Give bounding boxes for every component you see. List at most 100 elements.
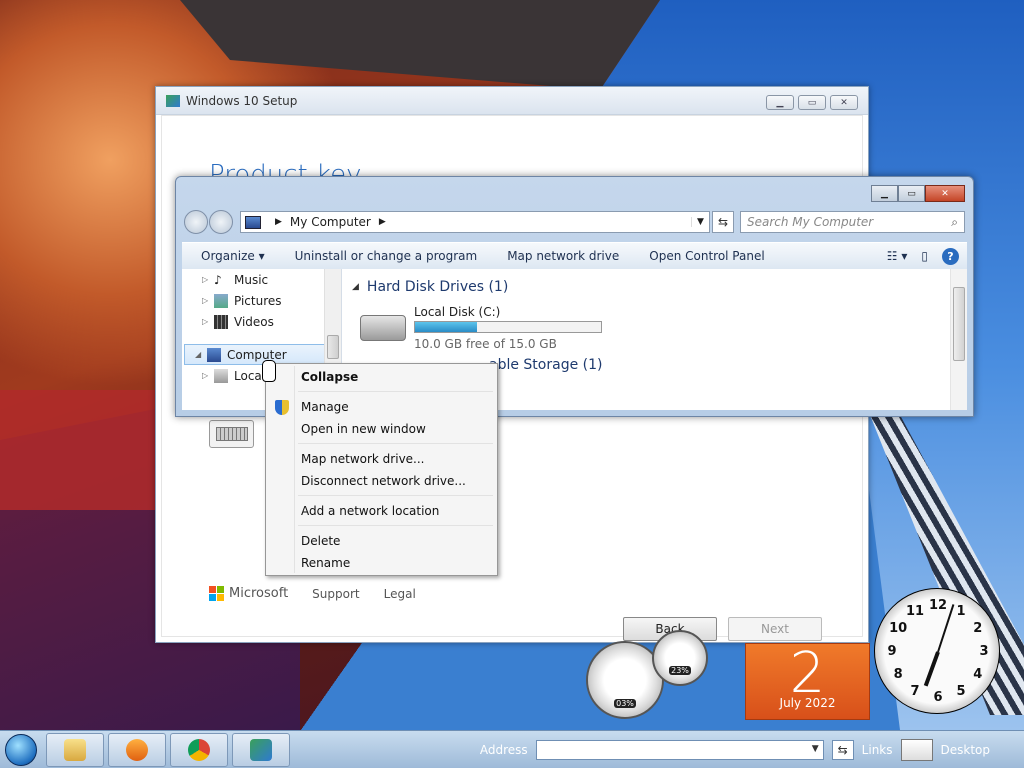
maximize-button[interactable]: ▭ (798, 95, 826, 110)
expand-icon: ▷ (202, 275, 209, 284)
taskbar-setup[interactable] (232, 732, 290, 767)
menu-item-delete[interactable]: Delete (268, 530, 495, 552)
menu-item-collapse[interactable]: Collapse (268, 366, 495, 388)
organize-button[interactable]: Organize ▾ (201, 249, 265, 263)
chevron-down-icon[interactable]: ▼ (691, 217, 709, 227)
go-button[interactable]: ⇆ (831, 739, 854, 760)
menu-item-rename[interactable]: Rename (268, 552, 495, 574)
clock-hour-hand (923, 651, 940, 687)
group-header-hdd[interactable]: ◢ Hard Disk Drives (1) (352, 279, 508, 295)
nav-item-pictures[interactable]: ▷ Pictures (182, 290, 341, 311)
taskbar-chrome[interactable] (170, 732, 228, 767)
nav-item-computer[interactable]: ◢ Computer (184, 344, 335, 365)
hard-drive-icon (360, 315, 406, 341)
media-player-icon (126, 738, 148, 761)
close-button[interactable]: ✕ (830, 95, 858, 110)
setup-title: Windows 10 Setup (186, 93, 298, 108)
clock-number: 3 (979, 644, 989, 659)
next-button[interactable]: Next (728, 617, 822, 641)
setup-titlebar[interactable]: Windows 10 Setup (156, 87, 868, 115)
microsoft-logo: Microsoft (209, 586, 288, 601)
calendar-gadget[interactable]: 2 July 2022 (745, 643, 870, 720)
clock-number: 9 (887, 644, 897, 659)
calendar-day: 2 (789, 644, 826, 696)
preview-pane-icon[interactable]: ▯ (921, 249, 928, 263)
taskbar-media-player[interactable] (108, 732, 166, 767)
memory-meter-gadget[interactable]: 23% (652, 630, 708, 686)
computer-icon (207, 347, 221, 362)
back-nav-button[interactable] (184, 210, 208, 234)
search-icon[interactable]: ⌕ (951, 215, 958, 230)
windows-logo-icon (5, 733, 37, 766)
chevron-down-icon: ▼ (811, 743, 819, 754)
address-bar[interactable]: ▶ My Computer ▶ ▼ (240, 211, 710, 233)
forward-nav-button[interactable] (209, 210, 233, 234)
close-button[interactable]: ✕ (925, 185, 965, 202)
clock-number: 8 (893, 667, 903, 682)
maximize-button[interactable]: ▭ (898, 185, 925, 202)
help-icon[interactable]: ? (942, 247, 959, 265)
hand-cursor-icon (262, 360, 276, 382)
uninstall-program-button[interactable]: Uninstall or change a program (295, 249, 478, 263)
minimize-button[interactable]: ▁ (766, 95, 794, 110)
collapse-icon: ◢ (195, 350, 202, 359)
support-link[interactable]: Support (312, 587, 359, 601)
menu-item-disconnect-network-drive[interactable]: Disconnect network drive... (268, 470, 495, 492)
menu-item-add-network-location[interactable]: Add a network location (268, 500, 495, 522)
command-bar: Organize ▾ Uninstall or change a program… (182, 242, 967, 269)
expand-icon: ▷ (202, 296, 209, 305)
keyboard-icon (215, 427, 248, 441)
expand-icon: ▷ (202, 371, 209, 380)
nav-item-videos[interactable]: ▷ Videos (182, 311, 341, 332)
memory-value: 23% (669, 666, 691, 675)
taskbar-address-input[interactable]: ▼ (535, 739, 824, 760)
clock-number: 4 (973, 667, 983, 682)
videos-icon (214, 314, 228, 329)
refresh-button[interactable]: ⇆ (712, 211, 734, 233)
search-placeholder: Search My Computer (747, 215, 874, 229)
content-scrollbar[interactable] (950, 269, 967, 410)
taskbar-explorer[interactable] (46, 732, 104, 767)
computer-icon (245, 215, 261, 229)
folder-icon (64, 738, 86, 761)
on-screen-keyboard-button[interactable] (209, 420, 254, 448)
menu-item-map-network-drive[interactable]: Map network drive... (268, 448, 495, 470)
breadcrumb-arrow-icon[interactable]: ▶ (379, 217, 386, 227)
chrome-icon (188, 738, 210, 761)
minimize-button[interactable]: ▁ (871, 185, 898, 202)
setup-app-icon (166, 94, 180, 107)
desktop-toolbar[interactable]: Desktop (941, 743, 991, 757)
menu-item-manage[interactable]: Manage (268, 396, 495, 418)
links-toolbar[interactable]: Links (862, 743, 893, 757)
legal-link[interactable]: Legal (384, 587, 416, 601)
drive-local-disk-c[interactable]: Local Disk (C:) 10.0 GB free of 15.0 GB (360, 305, 620, 355)
clock-number: 11 (905, 604, 925, 620)
start-button[interactable] (0, 731, 42, 768)
microsoft-label: Microsoft (229, 586, 289, 601)
pictures-icon (214, 293, 228, 308)
pen-icon[interactable] (900, 738, 933, 761)
clock-number: 5 (956, 683, 966, 699)
music-icon: ♪ (214, 272, 222, 287)
clock-gadget[interactable]: 12 1 2 3 4 5 6 7 8 9 10 11 (874, 588, 1000, 714)
context-menu: Collapse Manage Open in new window Map n… (265, 363, 498, 576)
expand-icon: ▷ (202, 317, 209, 326)
group-header-removable[interactable]: able Storage (1) (489, 357, 602, 373)
map-network-drive-button[interactable]: Map network drive (507, 249, 619, 263)
drive-name: Local Disk (C:) (414, 305, 501, 319)
menu-item-open-new-window[interactable]: Open in new window (268, 418, 495, 440)
drive-usage-bar (414, 321, 602, 333)
setup-icon (250, 738, 272, 761)
search-input[interactable]: Search My Computer ⌕ (740, 211, 965, 233)
view-options-icon[interactable]: ☷ ▾ (887, 249, 908, 263)
address-toolbar-label: Address (479, 742, 528, 757)
open-control-panel-button[interactable]: Open Control Panel (649, 249, 764, 263)
breadcrumb-arrow-icon[interactable]: ▶ (275, 217, 282, 227)
drive-icon (214, 368, 228, 383)
calendar-month: July 2022 (779, 696, 836, 710)
breadcrumb[interactable]: My Computer (290, 215, 371, 229)
taskbar: Address ▼ ⇆ Links Desktop (0, 730, 1024, 768)
nav-item-music[interactable]: ▷ ♪ Music (182, 269, 341, 290)
clock-number: 12 (928, 598, 948, 613)
uac-shield-icon (275, 400, 289, 415)
